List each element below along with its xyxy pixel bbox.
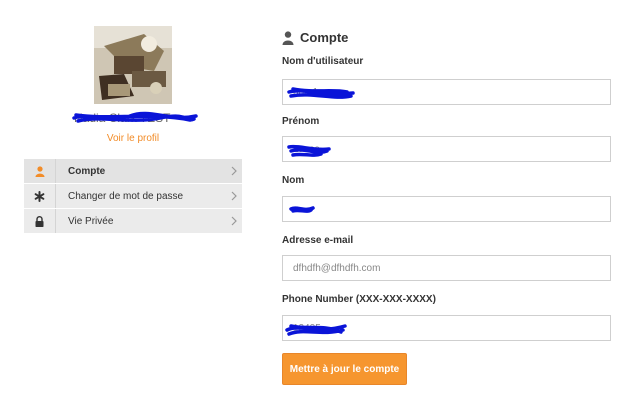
chevron-right-icon xyxy=(226,216,242,226)
lastname-field[interactable] xyxy=(282,196,611,222)
chevron-right-icon xyxy=(226,191,242,201)
view-profile-link[interactable]: Voir le profil xyxy=(24,133,242,144)
user-icon xyxy=(282,30,294,45)
phone-input[interactable] xyxy=(283,316,610,340)
sidebar-item-vie-privee[interactable]: Vie Privée xyxy=(24,209,242,234)
sidebar-item-changer-mot-de-passe[interactable]: Changer de mot de passe xyxy=(24,184,242,209)
email-label: Adresse e-mail xyxy=(282,235,354,246)
section-title: Compte xyxy=(282,30,348,45)
sidebar-menu: Compte Changer de mot de passe Vie Privé… xyxy=(24,159,242,234)
email-field[interactable] xyxy=(282,255,611,281)
lastname-input[interactable] xyxy=(283,197,610,221)
user-icon xyxy=(24,159,56,183)
firstname-label: Prénom xyxy=(282,116,320,127)
username-field[interactable] xyxy=(282,79,611,105)
username-display: Nadia Clark TEST xyxy=(70,110,200,126)
username-input[interactable] xyxy=(283,80,610,104)
sidebar-item-compte[interactable]: Compte xyxy=(24,159,242,184)
sidebar-item-label: Compte xyxy=(68,165,106,177)
lock-icon xyxy=(24,209,56,233)
firstname-input[interactable] xyxy=(283,137,610,161)
asterisk-icon xyxy=(24,184,56,208)
phone-field[interactable] xyxy=(282,315,611,341)
firstname-field[interactable] xyxy=(282,136,611,162)
section-title-text: Compte xyxy=(300,30,349,45)
update-account-button[interactable]: Mettre à jour le compte xyxy=(282,353,407,385)
redaction-scribble xyxy=(72,111,198,123)
email-input[interactable] xyxy=(283,256,610,280)
phone-label: Phone Number (XXX-XXX-XXXX) xyxy=(282,294,436,305)
sidebar-item-label: Vie Privée xyxy=(68,215,114,227)
sidebar-item-label: Changer de mot de passe xyxy=(68,190,184,202)
username-label: Nom d'utilisateur xyxy=(282,56,364,67)
chevron-right-icon xyxy=(226,166,242,176)
avatar xyxy=(94,26,172,104)
lastname-label: Nom xyxy=(282,175,305,186)
